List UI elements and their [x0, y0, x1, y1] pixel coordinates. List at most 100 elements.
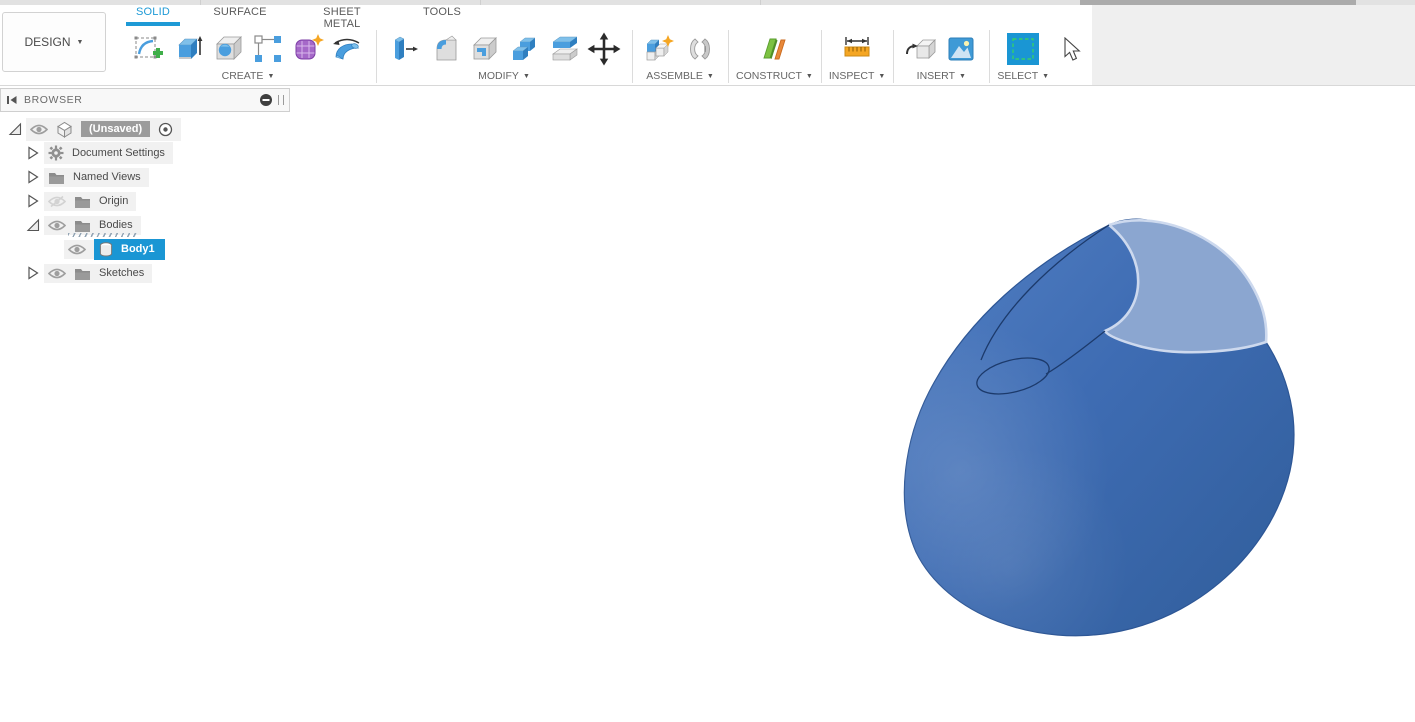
insert-derive-button[interactable]	[901, 28, 941, 70]
chevron-down-icon: ▼	[523, 73, 530, 80]
chevron-down-icon: ▼	[707, 73, 714, 80]
eye-icon[interactable]	[48, 267, 66, 280]
group-construct: CONSTRUCT▼	[728, 27, 821, 85]
tree-item-document-root[interactable]: (Unsaved)	[0, 117, 290, 141]
joint-button[interactable]	[680, 28, 720, 70]
group-assemble: ASSEMBLE▼	[632, 27, 728, 85]
shell-button[interactable]	[464, 28, 504, 70]
group-inspect: INSPECT▼	[821, 27, 893, 85]
tab-solid[interactable]: SOLID	[126, 6, 180, 27]
eye-icon[interactable]	[30, 123, 48, 136]
group-create: CREATE▼	[120, 27, 376, 85]
group-select: SELECT▼	[989, 27, 1057, 85]
measure-button[interactable]	[837, 28, 877, 70]
tree-item-origin[interactable]: Origin	[0, 189, 290, 213]
eye-hidden-icon[interactable]	[48, 195, 66, 208]
group-label-create[interactable]: CREATE▼	[222, 70, 275, 82]
expand-arrow-icon[interactable]	[8, 122, 22, 136]
rectangular-pattern-button[interactable]	[248, 28, 288, 70]
tree-item-bodies[interactable]: Bodies	[0, 213, 290, 237]
tree-item-body1[interactable]: Body1	[0, 237, 290, 261]
tree-item-label: Sketches	[99, 267, 144, 279]
tree-item-sketches[interactable]: Sketches	[0, 261, 290, 285]
joint-icon	[684, 33, 716, 65]
activate-radio-icon[interactable]	[158, 122, 173, 137]
app-window: DESIGN ▼ SOLID SURFACE SHEET METAL TOOLS	[0, 0, 1415, 722]
collapse-panel-icon[interactable]	[6, 94, 18, 106]
press-pull-button[interactable]	[384, 28, 424, 70]
move-icon	[587, 32, 621, 66]
press-pull-icon	[388, 33, 420, 65]
hole-icon	[212, 33, 244, 65]
chevron-down-icon: ▼	[959, 73, 966, 80]
folder-icon	[48, 171, 65, 184]
gear-icon	[48, 145, 64, 161]
group-label-assemble[interactable]: ASSEMBLE▼	[646, 70, 714, 82]
insert-derive-icon	[905, 33, 937, 65]
canvas-button[interactable]	[941, 28, 981, 70]
tree-item-label: Document Settings	[72, 147, 165, 159]
browser-header: BROWSER	[0, 88, 290, 112]
select-icon	[1006, 32, 1040, 66]
eye-icon[interactable]	[68, 243, 86, 256]
chevron-down-icon: ▼	[1042, 73, 1049, 80]
fillet-icon	[428, 33, 460, 65]
tab-sheet-metal[interactable]: SHEET METAL	[304, 6, 380, 27]
workspace-label: DESIGN	[25, 35, 71, 49]
fillet-button[interactable]	[424, 28, 464, 70]
eye-icon[interactable]	[48, 219, 66, 232]
expand-arrow-icon[interactable]	[26, 266, 40, 280]
revolve-icon	[331, 33, 365, 65]
panel-resize-grip-icon[interactable]	[278, 95, 284, 105]
toolbar-filler	[1092, 5, 1415, 85]
group-label-modify[interactable]: MODIFY▼	[478, 70, 530, 82]
mouse-cursor	[1063, 37, 1085, 63]
extrude-button[interactable]	[168, 28, 208, 70]
folder-icon	[74, 267, 91, 280]
tree-item-label: Origin	[99, 195, 128, 207]
create-form-button[interactable]	[288, 28, 328, 70]
create-sketch-icon	[132, 33, 164, 65]
construct-plane-button[interactable]	[754, 28, 794, 70]
selected-body-row[interactable]: Body1	[94, 239, 165, 260]
document-name-label: (Unsaved)	[81, 121, 150, 137]
expand-arrow-icon[interactable]	[26, 170, 40, 184]
chevron-down-icon: ▼	[806, 73, 813, 80]
remove-minus-icon[interactable]	[259, 93, 273, 107]
expand-arrow-icon[interactable]	[26, 218, 40, 232]
chevron-down-icon: ▼	[77, 39, 84, 46]
split-body-icon	[548, 33, 580, 65]
expand-arrow-icon[interactable]	[26, 194, 40, 208]
ribbon-toolbar: DESIGN ▼ SOLID SURFACE SHEET METAL TOOLS	[0, 0, 1415, 86]
combine-button[interactable]	[504, 28, 544, 70]
group-label-inspect[interactable]: INSPECT▼	[829, 70, 885, 82]
tree-item-document-settings[interactable]: Document Settings	[0, 141, 290, 165]
rectangular-pattern-icon	[252, 33, 284, 65]
folder-icon	[74, 195, 91, 208]
create-form-icon	[292, 33, 324, 65]
group-label-construct[interactable]: CONSTRUCT▼	[736, 70, 813, 82]
tree-item-named-views[interactable]: Named Views	[0, 165, 290, 189]
measure-icon	[840, 33, 874, 65]
group-modify: MODIFY▼	[376, 27, 632, 85]
split-body-button[interactable]	[544, 28, 584, 70]
construct-plane-icon	[758, 33, 790, 65]
select-button[interactable]	[1003, 28, 1043, 70]
expand-arrow-icon[interactable]	[26, 146, 40, 160]
hole-button[interactable]	[208, 28, 248, 70]
canvas-icon	[945, 33, 977, 65]
new-component-button[interactable]	[640, 28, 680, 70]
workspace-switcher-button[interactable]: DESIGN ▼	[2, 12, 106, 72]
revolve-button[interactable]	[328, 28, 368, 70]
tab-surface[interactable]: SURFACE	[212, 6, 268, 27]
group-insert: INSERT▼	[893, 27, 989, 85]
move-button[interactable]	[584, 28, 624, 70]
tab-tools[interactable]: TOOLS	[420, 6, 464, 27]
ribbon-tabs: SOLID SURFACE SHEET METAL TOOLS	[126, 6, 464, 27]
window-top-strip	[0, 0, 1415, 5]
tree-item-label: Body1	[121, 243, 155, 255]
group-label-insert[interactable]: INSERT▼	[917, 70, 966, 82]
create-sketch-button[interactable]	[128, 28, 168, 70]
group-label-select[interactable]: SELECT▼	[997, 70, 1049, 82]
browser-tree: (Unsaved)	[0, 112, 290, 285]
